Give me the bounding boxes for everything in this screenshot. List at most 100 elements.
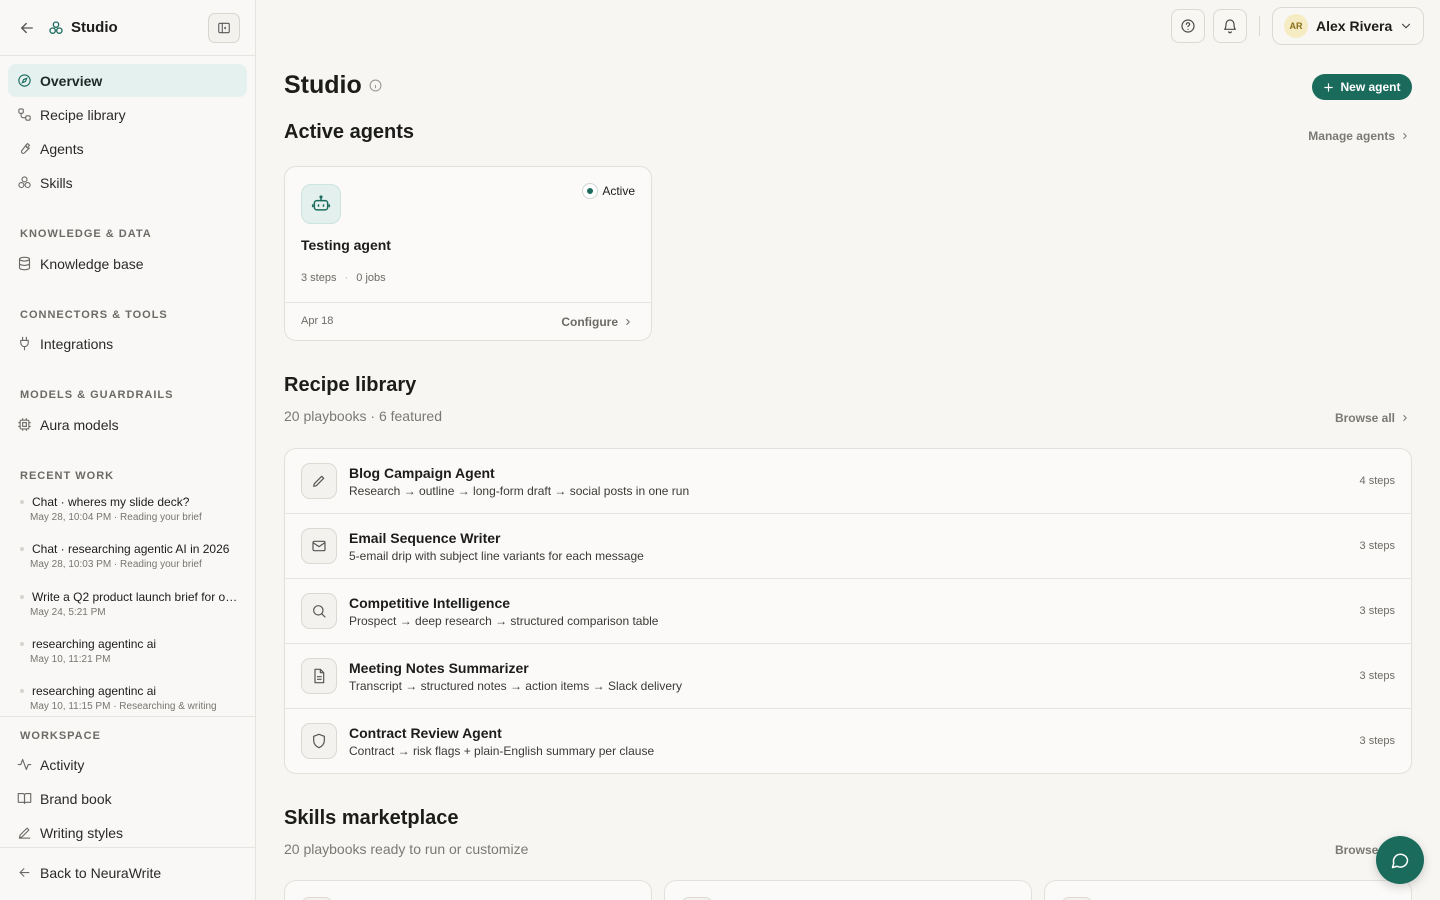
cpu-icon bbox=[17, 417, 32, 432]
section-label-knowledge: KNOWLEDGE & DATA bbox=[20, 228, 152, 240]
sidebar-item-activity[interactable]: Activity bbox=[8, 748, 247, 781]
sidebar-header: Studio bbox=[0, 0, 255, 56]
sidebar: Studio Overview Recipe library Agents Sk… bbox=[0, 0, 256, 900]
notifications-button[interactable] bbox=[1213, 9, 1247, 43]
new-agent-button[interactable]: New agent bbox=[1312, 74, 1412, 100]
status-badge: Active bbox=[582, 183, 635, 199]
recipe-row-competitive-intelligence[interactable]: Competitive Intelligence Prospect → deep… bbox=[285, 579, 1411, 644]
manage-agents-link[interactable]: Manage agents bbox=[1308, 129, 1410, 143]
sidebar-item-label: Back to NeuraWrite bbox=[40, 864, 162, 881]
recipe-steps: 3 steps bbox=[1359, 540, 1395, 552]
configure-link[interactable]: Configure bbox=[561, 315, 633, 329]
pencil-icon bbox=[301, 463, 337, 499]
plus-icon bbox=[1323, 82, 1334, 93]
recent-item-meta: May 10, 11:15 PM · Researching & writing bbox=[30, 701, 217, 712]
user-menu-button[interactable]: AR Alex Rivera bbox=[1272, 7, 1424, 45]
pen-icon bbox=[17, 825, 32, 840]
sidebar-item-label: Overview bbox=[40, 72, 103, 89]
sidebar-item-writing-styles[interactable]: Writing styles bbox=[8, 816, 247, 849]
recent-item[interactable]: researching agentinc ai May 10, 11:15 PM… bbox=[20, 684, 240, 712]
sidebar-item-label: Recipe library bbox=[40, 106, 126, 123]
recent-item-meta: May 28, 10:03 PM · Reading your brief bbox=[30, 559, 202, 570]
browse-all-label: Browse all bbox=[1334, 411, 1395, 425]
sidebar-item-skills[interactable]: Skills bbox=[8, 166, 247, 199]
recent-item[interactable]: Chat · wheres my slide deck? May 28, 10:… bbox=[20, 495, 240, 523]
recipe-row-email-sequence[interactable]: Email Sequence Writer 5-email drip with … bbox=[285, 514, 1411, 579]
sidebar-item-knowledge-base[interactable]: Knowledge base bbox=[8, 247, 247, 280]
book-icon bbox=[17, 791, 32, 806]
recipe-steps: 3 steps bbox=[1359, 670, 1395, 682]
bell-icon bbox=[1222, 18, 1238, 34]
recipe-list: Blog Campaign Agent Research → outline →… bbox=[284, 448, 1412, 774]
search-icon bbox=[301, 593, 337, 629]
recent-item-meta: May 24, 5:21 PM bbox=[30, 607, 106, 618]
active-agents-heading: Active agents bbox=[284, 121, 415, 143]
page-title-text: Studio bbox=[284, 71, 362, 99]
sidebar-item-recipe-library[interactable]: Recipe library bbox=[8, 98, 247, 131]
sidebar-item-overview[interactable]: Overview bbox=[8, 64, 247, 97]
section-label-connectors: CONNECTORS & TOOLS bbox=[20, 309, 168, 321]
sidebar-item-aura-models[interactable]: Aura models bbox=[8, 408, 247, 441]
studio-logo-icon bbox=[48, 20, 64, 36]
configure-label: Configure bbox=[561, 315, 618, 329]
recent-item-title: researching agentinc ai bbox=[32, 684, 157, 698]
active-dot-icon bbox=[582, 183, 599, 199]
skills-marketplace-subtitle: 20 playbooks ready to run or customize bbox=[284, 841, 529, 857]
page-title: Studio bbox=[284, 71, 382, 100]
recipe-row-blog-campaign[interactable]: Blog Campaign Agent Research → outline →… bbox=[285, 449, 1411, 514]
recent-item-meta: May 28, 10:04 PM · Reading your brief bbox=[30, 512, 202, 523]
sidebar-item-label: Skills bbox=[40, 174, 73, 191]
mail-icon bbox=[301, 528, 337, 564]
sidebar-item-agents[interactable]: Agents bbox=[8, 132, 247, 165]
manage-agents-label: Manage agents bbox=[1308, 129, 1395, 143]
recent-item-title: Chat · wheres my slide deck? bbox=[32, 495, 190, 509]
recent-item[interactable]: researching agentinc ai May 10, 11:21 PM bbox=[20, 637, 240, 665]
skill-card[interactable] bbox=[664, 880, 1032, 900]
agent-card[interactable]: Active Testing agent 3 steps · 0 jobs Ap… bbox=[284, 166, 652, 341]
sidebar-divider bbox=[0, 847, 255, 848]
card-divider bbox=[285, 302, 651, 303]
recent-item-title: Chat · researching agentic AI in 2026 bbox=[32, 542, 230, 556]
sidebar-item-integrations[interactable]: Integrations bbox=[8, 327, 247, 360]
section-label-models: MODELS & GUARDRAILS bbox=[20, 389, 174, 401]
back-to-neurawrite-link[interactable]: Back to NeuraWrite bbox=[8, 856, 247, 889]
sidebar-item-label: Aura models bbox=[40, 416, 119, 433]
back-arrow-icon[interactable] bbox=[18, 19, 36, 37]
skills-marketplace-heading: Skills marketplace bbox=[284, 807, 459, 829]
agent-date: Apr 18 bbox=[301, 315, 334, 327]
skill-card[interactable] bbox=[1044, 880, 1412, 900]
recipe-description: Transcript → structured notes → action i… bbox=[349, 679, 682, 693]
recent-item[interactable]: Chat · researching agentic AI in 2026 Ma… bbox=[20, 542, 240, 570]
sidebar-item-label: Writing styles bbox=[40, 824, 123, 841]
recipe-steps: 4 steps bbox=[1359, 475, 1395, 487]
section-label-recent: RECENT WORK bbox=[20, 470, 115, 482]
sidebar-item-label: Agents bbox=[40, 140, 84, 157]
top-bar: AR Alex Rivera bbox=[256, 0, 1440, 56]
sidebar-divider bbox=[0, 716, 255, 717]
sidebar-item-brand-book[interactable]: Brand book bbox=[8, 782, 247, 815]
skill-card[interactable] bbox=[284, 880, 652, 900]
blocks-icon bbox=[17, 175, 32, 190]
collapse-sidebar-button[interactable] bbox=[208, 12, 240, 43]
recipe-row-contract-review[interactable]: Contract Review Agent Contract → risk fl… bbox=[285, 709, 1411, 773]
recipe-name: Meeting Notes Summarizer bbox=[349, 660, 529, 676]
sidebar-item-label: Brand book bbox=[40, 790, 112, 807]
avatar: AR bbox=[1284, 14, 1308, 38]
chevron-right-icon bbox=[1400, 131, 1410, 141]
info-icon[interactable] bbox=[369, 79, 382, 92]
help-icon bbox=[1180, 18, 1196, 34]
recipe-name: Blog Campaign Agent bbox=[349, 465, 495, 481]
recipe-name: Contract Review Agent bbox=[349, 725, 502, 741]
activity-icon bbox=[17, 757, 32, 772]
recipe-library-subtitle: 20 playbooks · 6 featured bbox=[284, 408, 442, 424]
recent-item-meta: May 10, 11:21 PM bbox=[30, 654, 111, 665]
recipe-description: Research → outline → long-form draft → s… bbox=[349, 484, 690, 498]
database-icon bbox=[17, 256, 32, 271]
help-button[interactable] bbox=[1171, 9, 1205, 43]
recent-item-title: researching agentinc ai bbox=[32, 637, 157, 651]
recent-item[interactable]: Write a Q2 product launch brief for our … bbox=[20, 590, 240, 618]
sidebar-item-label: Knowledge base bbox=[40, 255, 144, 272]
chat-button[interactable] bbox=[1376, 836, 1424, 884]
recipe-row-meeting-notes[interactable]: Meeting Notes Summarizer Transcript → st… bbox=[285, 644, 1411, 709]
browse-all-recipes-link[interactable]: Browse all bbox=[1335, 411, 1410, 425]
